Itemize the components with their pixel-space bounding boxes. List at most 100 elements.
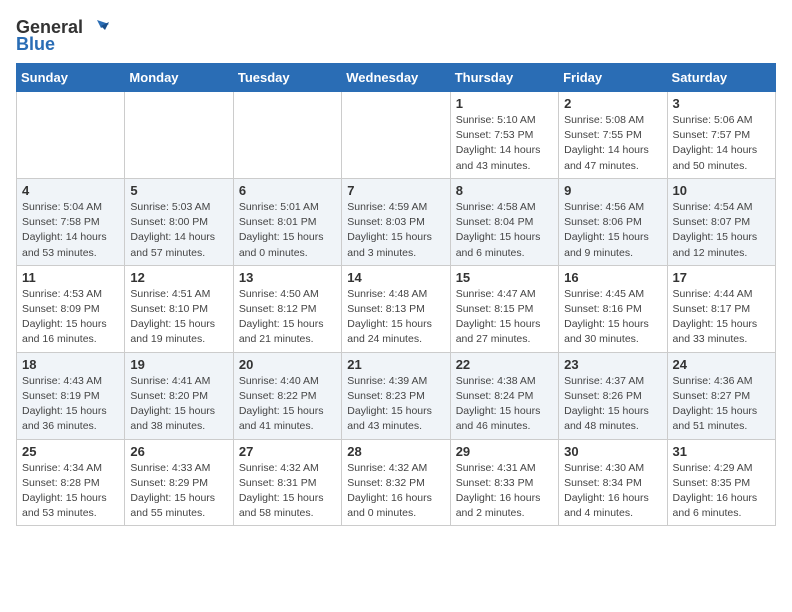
- day-detail: Sunrise: 4:32 AM Sunset: 8:32 PM Dayligh…: [347, 461, 444, 522]
- day-number: 3: [673, 96, 770, 111]
- day-detail: Sunrise: 5:04 AM Sunset: 7:58 PM Dayligh…: [22, 200, 119, 261]
- day-number: 17: [673, 270, 770, 285]
- calendar-table: SundayMondayTuesdayWednesdayThursdayFrid…: [16, 63, 776, 526]
- day-number: 23: [564, 357, 661, 372]
- day-cell: 7Sunrise: 4:59 AM Sunset: 8:03 PM Daylig…: [342, 178, 450, 265]
- day-cell: 28Sunrise: 4:32 AM Sunset: 8:32 PM Dayli…: [342, 439, 450, 526]
- header-row: SundayMondayTuesdayWednesdayThursdayFrid…: [17, 64, 776, 92]
- day-detail: Sunrise: 5:01 AM Sunset: 8:01 PM Dayligh…: [239, 200, 336, 261]
- day-number: 13: [239, 270, 336, 285]
- day-number: 2: [564, 96, 661, 111]
- day-detail: Sunrise: 4:48 AM Sunset: 8:13 PM Dayligh…: [347, 287, 444, 348]
- page-header: General Blue: [16, 16, 776, 55]
- day-detail: Sunrise: 4:53 AM Sunset: 8:09 PM Dayligh…: [22, 287, 119, 348]
- day-number: 31: [673, 444, 770, 459]
- day-number: 4: [22, 183, 119, 198]
- day-cell: 23 Sunrise: 4:37 AM Sunset: 8:26 PM Dayli…: [559, 352, 667, 439]
- day-number: 10: [673, 183, 770, 198]
- logo-bird-icon: [87, 16, 109, 38]
- day-cell: 1Sunrise: 5:10 AM Sunset: 7:53 PM Daylig…: [450, 92, 558, 179]
- day-detail: Sunrise: 5:06 AM Sunset: 7:57 PM Dayligh…: [673, 113, 770, 174]
- day-cell: 16 Sunrise: 4:45 AM Sunset: 8:16 PM Dayli…: [559, 265, 667, 352]
- header-day-saturday: Saturday: [667, 64, 775, 92]
- day-detail: Sunrise: 4:39 AM Sunset: 8:23 PM Dayligh…: [347, 374, 444, 435]
- day-cell: 26 Sunrise: 4:33 AM Sunset: 8:29 PM Dayli…: [125, 439, 233, 526]
- day-cell: 13Sunrise: 4:50 AM Sunset: 8:12 PM Dayli…: [233, 265, 341, 352]
- day-detail: Sunrise: 4:32 AM Sunset: 8:31 PM Dayligh…: [239, 461, 336, 522]
- day-cell: 4 Sunrise: 5:04 AM Sunset: 7:58 PM Daylig…: [17, 178, 125, 265]
- day-number: 11: [22, 270, 119, 285]
- day-number: 22: [456, 357, 553, 372]
- day-cell: 2Sunrise: 5:08 AM Sunset: 7:55 PM Daylig…: [559, 92, 667, 179]
- week-row-2: 4 Sunrise: 5:04 AM Sunset: 7:58 PM Daylig…: [17, 178, 776, 265]
- day-detail: Sunrise: 4:54 AM Sunset: 8:07 PM Dayligh…: [673, 200, 770, 261]
- day-detail: Sunrise: 4:34 AM Sunset: 8:28 PM Dayligh…: [22, 461, 119, 522]
- day-detail: Sunrise: 4:51 AM Sunset: 8:10 PM Dayligh…: [130, 287, 227, 348]
- week-row-1: 1Sunrise: 5:10 AM Sunset: 7:53 PM Daylig…: [17, 92, 776, 179]
- day-number: 20: [239, 357, 336, 372]
- day-number: 27: [239, 444, 336, 459]
- header-day-monday: Monday: [125, 64, 233, 92]
- day-detail: Sunrise: 4:44 AM Sunset: 8:17 PM Dayligh…: [673, 287, 770, 348]
- day-detail: Sunrise: 5:03 AM Sunset: 8:00 PM Dayligh…: [130, 200, 227, 261]
- day-detail: Sunrise: 4:40 AM Sunset: 8:22 PM Dayligh…: [239, 374, 336, 435]
- day-detail: Sunrise: 4:38 AM Sunset: 8:24 PM Dayligh…: [456, 374, 553, 435]
- day-number: 14: [347, 270, 444, 285]
- day-number: 15: [456, 270, 553, 285]
- week-row-4: 18 Sunrise: 4:43 AM Sunset: 8:19 PM Dayli…: [17, 352, 776, 439]
- day-cell: 15 Sunrise: 4:47 AM Sunset: 8:15 PM Dayli…: [450, 265, 558, 352]
- day-number: 24: [673, 357, 770, 372]
- day-number: 7: [347, 183, 444, 198]
- header-day-friday: Friday: [559, 64, 667, 92]
- day-cell: 19 Sunrise: 4:41 AM Sunset: 8:20 PM Dayli…: [125, 352, 233, 439]
- day-cell: [342, 92, 450, 179]
- day-detail: Sunrise: 4:43 AM Sunset: 8:19 PM Dayligh…: [22, 374, 119, 435]
- day-cell: 17 Sunrise: 4:44 AM Sunset: 8:17 PM Dayli…: [667, 265, 775, 352]
- day-cell: 31 Sunrise: 4:29 AM Sunset: 8:35 PM Dayli…: [667, 439, 775, 526]
- day-number: 21: [347, 357, 444, 372]
- day-cell: 9Sunrise: 4:56 AM Sunset: 8:06 PM Daylig…: [559, 178, 667, 265]
- day-number: 25: [22, 444, 119, 459]
- day-cell: 27 Sunrise: 4:32 AM Sunset: 8:31 PM Dayli…: [233, 439, 341, 526]
- day-number: 18: [22, 357, 119, 372]
- day-number: 12: [130, 270, 227, 285]
- day-cell: 29 Sunrise: 4:31 AM Sunset: 8:33 PM Dayli…: [450, 439, 558, 526]
- day-cell: 14 Sunrise: 4:48 AM Sunset: 8:13 PM Dayli…: [342, 265, 450, 352]
- day-detail: Sunrise: 4:47 AM Sunset: 8:15 PM Dayligh…: [456, 287, 553, 348]
- day-cell: 21 Sunrise: 4:39 AM Sunset: 8:23 PM Dayli…: [342, 352, 450, 439]
- day-detail: Sunrise: 4:45 AM Sunset: 8:16 PM Dayligh…: [564, 287, 661, 348]
- day-cell: 24 Sunrise: 4:36 AM Sunset: 8:27 PM Dayli…: [667, 352, 775, 439]
- day-number: 9: [564, 183, 661, 198]
- day-cell: 3 Sunrise: 5:06 AM Sunset: 7:57 PM Daylig…: [667, 92, 775, 179]
- logo: General Blue: [16, 16, 109, 55]
- day-cell: 25 Sunrise: 4:34 AM Sunset: 8:28 PM Dayli…: [17, 439, 125, 526]
- day-cell: 11 Sunrise: 4:53 AM Sunset: 8:09 PM Dayli…: [17, 265, 125, 352]
- day-cell: [233, 92, 341, 179]
- day-cell: 10 Sunrise: 4:54 AM Sunset: 8:07 PM Dayli…: [667, 178, 775, 265]
- day-number: 16: [564, 270, 661, 285]
- day-detail: Sunrise: 5:10 AM Sunset: 7:53 PM Dayligh…: [456, 113, 553, 174]
- day-detail: Sunrise: 4:31 AM Sunset: 8:33 PM Dayligh…: [456, 461, 553, 522]
- day-detail: Sunrise: 4:41 AM Sunset: 8:20 PM Dayligh…: [130, 374, 227, 435]
- day-cell: 18 Sunrise: 4:43 AM Sunset: 8:19 PM Dayli…: [17, 352, 125, 439]
- week-row-3: 11 Sunrise: 4:53 AM Sunset: 8:09 PM Dayli…: [17, 265, 776, 352]
- day-detail: Sunrise: 4:36 AM Sunset: 8:27 PM Dayligh…: [673, 374, 770, 435]
- day-cell: 12 Sunrise: 4:51 AM Sunset: 8:10 PM Dayli…: [125, 265, 233, 352]
- day-cell: 30Sunrise: 4:30 AM Sunset: 8:34 PM Dayli…: [559, 439, 667, 526]
- day-cell: 8 Sunrise: 4:58 AM Sunset: 8:04 PM Daylig…: [450, 178, 558, 265]
- day-cell: 5Sunrise: 5:03 AM Sunset: 8:00 PM Daylig…: [125, 178, 233, 265]
- day-number: 29: [456, 444, 553, 459]
- day-number: 26: [130, 444, 227, 459]
- header-day-wednesday: Wednesday: [342, 64, 450, 92]
- day-number: 19: [130, 357, 227, 372]
- day-cell: 6Sunrise: 5:01 AM Sunset: 8:01 PM Daylig…: [233, 178, 341, 265]
- day-number: 8: [456, 183, 553, 198]
- day-detail: Sunrise: 4:58 AM Sunset: 8:04 PM Dayligh…: [456, 200, 553, 261]
- header-day-tuesday: Tuesday: [233, 64, 341, 92]
- logo-blue-text: Blue: [16, 34, 55, 55]
- day-detail: Sunrise: 4:33 AM Sunset: 8:29 PM Dayligh…: [130, 461, 227, 522]
- week-row-5: 25 Sunrise: 4:34 AM Sunset: 8:28 PM Dayli…: [17, 439, 776, 526]
- day-detail: Sunrise: 4:37 AM Sunset: 8:26 PM Dayligh…: [564, 374, 661, 435]
- day-detail: Sunrise: 4:29 AM Sunset: 8:35 PM Dayligh…: [673, 461, 770, 522]
- day-cell: [125, 92, 233, 179]
